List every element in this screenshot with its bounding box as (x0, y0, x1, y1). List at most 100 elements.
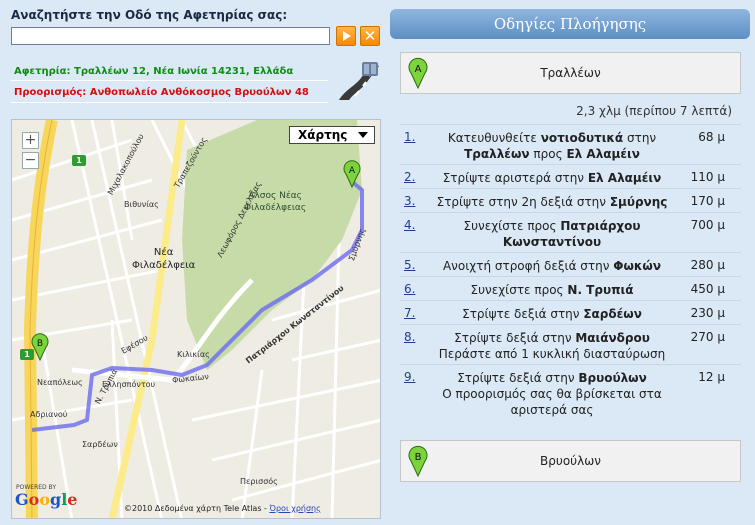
step-street-name: Τραλλέων (464, 147, 530, 161)
destination-text: Προορισμός: Ανθοπωλείο Ανθόκοσμος Βρυούλ… (14, 87, 309, 98)
street-label: Βιθυνίας (124, 200, 159, 209)
street-label: Σαρδέων (82, 440, 118, 449)
map-canvas[interactable] (12, 120, 381, 519)
terms-of-use-link[interactable]: Όροι χρήσης (269, 504, 320, 513)
start-waypoint[interactable]: A Τραλλέων (400, 52, 741, 94)
route-summary: Αφετηρία: Τραλλέων 12, Νέα Ιωνία 14231, … (11, 60, 381, 106)
divider (11, 102, 328, 103)
street-label: Αδριανού (30, 410, 68, 419)
step-distance: 110 μ (690, 170, 725, 184)
direction-step[interactable]: 3. Στρίψτε στην 2η δεξιά στην Σμύρνης 170 … (400, 188, 741, 212)
step-number-link[interactable]: 7. (404, 306, 415, 320)
zoom-in-button[interactable]: + (22, 132, 39, 149)
step-text: Στρίψτε δεξιά στην (457, 371, 579, 385)
direction-step[interactable]: 5. Ανοιχτή στροφή δεξιά στην Φωκών 280 μ (400, 252, 741, 276)
origin-text: Αφετηρία: Τραλλέων 12, Νέα Ιωνία 14231, … (14, 66, 294, 77)
map-view[interactable]: + − Χάρτης 1 1 Νέα Φιλαδέλφεια Άλσος Νέα… (11, 119, 381, 519)
copyright-text: ©2010 Δεδομένα χάρτη Tele Atlas - (124, 504, 270, 513)
search-label: Αναζητήστε την Οδό της Αφετηρίας σας: (11, 8, 288, 22)
step-number-link[interactable]: 3. (404, 194, 415, 208)
directions-steps: 1. Κατευθυνθείτε νοτιοδυτικά στην Τραλλέω… (400, 124, 741, 417)
step-text: Συνεχίστε προς (470, 283, 568, 297)
left-panel: Αναζητήστε την Οδό της Αφετηρίας σας: ✕ … (0, 0, 390, 525)
step-text: Στρίψτε δεξιά στην (462, 307, 584, 321)
step-number-link[interactable]: 1. (404, 130, 415, 144)
step-street-name: Βρυούλων (578, 371, 647, 385)
divider (11, 80, 328, 81)
step-street-name: Ελ Αλαμέιν (587, 171, 662, 185)
step-text: Ανοιχτή στροφή δεξιά στην (442, 259, 614, 273)
directions-header: Οδηγίες Πλοήγησης (390, 9, 750, 39)
step-street-name: Σαρδέων (583, 307, 642, 321)
step-note: Ο προορισμός σας θα βρίσκεται στα αριστε… (442, 387, 662, 417)
step-instruction: Στρίψτε δεξιά στην Μαιάνδρου Περάστε από … (422, 330, 682, 362)
direction-step[interactable]: 4. Συνεχίστε προς Πατριάρχου Κωνσταντίνου… (400, 212, 741, 252)
step-number-link[interactable]: 5. (404, 258, 415, 272)
direction-step[interactable]: 6. Συνεχίστε προς Ν. Τρυπιά 450 μ (400, 276, 741, 300)
step-distance: 280 μ (690, 258, 725, 272)
step-street-name: Σμύρνης (609, 195, 668, 209)
step-distance: 270 μ (690, 330, 725, 344)
step-text: προς (529, 147, 567, 161)
step-number-link[interactable]: 6. (404, 282, 415, 296)
step-number-link[interactable]: 2. (404, 170, 415, 184)
map-type-value: Χάρτης (298, 128, 348, 142)
step-distance: 12 μ (698, 370, 725, 384)
road-directions-icon (339, 62, 379, 100)
play-arrow-icon (343, 31, 351, 41)
step-instruction: Συνεχίστε προς Πατριάρχου Κωνσταντίνου (422, 218, 682, 250)
step-distance: 700 μ (690, 218, 725, 232)
map-type-selector[interactable]: Χάρτης (289, 126, 375, 144)
step-text: Κατευθυνθείτε (447, 131, 541, 145)
step-text: Στρίψτε αριστερά στην (442, 171, 588, 185)
step-instruction: Στρίψτε δεξιά στην Βρυούλων Ο προορισμός … (422, 370, 682, 418)
step-instruction: Στρίψτε στην 2η δεξιά στην Σμύρνης (422, 194, 682, 210)
street-label: Νεαπόλεως (37, 378, 83, 387)
step-street-name: Μαιάνδρου (575, 331, 650, 345)
step-street-name: Φωκών (613, 259, 662, 273)
direction-step[interactable]: 2. Στρίψτε αριστερά στην Ελ Αλαμέιν 110 μ (400, 164, 741, 188)
marker-b-icon[interactable]: B (31, 333, 49, 361)
step-instruction: Ανοιχτή στροφή δεξιά στην Φωκών (422, 258, 682, 274)
step-distance: 450 μ (690, 282, 725, 296)
step-text: στην (623, 131, 657, 145)
end-waypoint[interactable]: B Βρυούλων (400, 440, 741, 482)
street-label: Κιλικίας (177, 350, 210, 359)
step-number-link[interactable]: 4. (404, 218, 415, 232)
step-text: Στρίψτε στην 2η δεξιά στην (436, 195, 610, 209)
search-go-button[interactable] (336, 26, 356, 46)
google-logo: Google (15, 490, 78, 509)
clear-button[interactable]: ✕ (360, 26, 380, 46)
start-waypoint-name: Τραλλέων (540, 66, 601, 80)
map-copyright: ©2010 Δεδομένα χάρτη Tele Atlas - Όροι χ… (124, 504, 321, 513)
step-number-link[interactable]: 8. (404, 330, 415, 344)
step-instruction: Στρίψτε αριστερά στην Ελ Αλαμέιν (422, 170, 682, 186)
step-number-link[interactable]: 9. (404, 370, 415, 384)
svg-text:A: A (349, 166, 356, 176)
zoom-out-button[interactable]: − (22, 152, 39, 169)
step-instruction: Κατευθυνθείτε νοτιοδυτικά στην Τραλλέων … (422, 130, 682, 162)
step-street-name: Ν. Τρυπιά (567, 283, 634, 297)
step-instruction: Στρίψτε δεξιά στην Σαρδέων (422, 306, 682, 322)
svg-text:B: B (37, 339, 43, 349)
place-label: Περισσός (240, 477, 278, 486)
marker-a-icon[interactable]: A (343, 160, 361, 188)
step-text: Στρίψτε δεξιά στην (454, 331, 576, 345)
street-label: Ελλησπόντου (102, 380, 156, 389)
directions-panel: Οδηγίες Πλοήγησης A Τραλλέων 2,3 χλμ (πε… (390, 0, 755, 525)
search-input[interactable] (11, 27, 330, 45)
step-text: Συνεχίστε προς (463, 219, 561, 233)
step-instruction: Συνεχίστε προς Ν. Τρυπιά (422, 282, 682, 298)
chevron-down-icon (358, 132, 368, 138)
step-street-name: Ελ Αλαμέιν (566, 147, 640, 161)
direction-step[interactable]: 8. Στρίψτε δεξιά στην Μαιάνδρου Περάστε απ… (400, 324, 741, 364)
direction-step[interactable]: 9. Στρίψτε δεξιά στην Βρυούλων Ο προορισμό… (400, 364, 741, 417)
end-waypoint-name: Βρυούλων (540, 454, 601, 468)
route-1-shield: 1 (72, 155, 86, 166)
step-distance: 230 μ (690, 306, 725, 320)
route-summary-distance: 2,3 χλμ (περίπου 7 λεπτά) (576, 104, 732, 118)
step-street-name: νοτιοδυτικά (540, 131, 624, 145)
step-distance: 170 μ (690, 194, 725, 208)
direction-step[interactable]: 7. Στρίψτε δεξιά στην Σαρδέων 230 μ (400, 300, 741, 324)
direction-step[interactable]: 1. Κατευθυνθείτε νοτιοδυτικά στην Τραλλέω… (400, 124, 741, 164)
